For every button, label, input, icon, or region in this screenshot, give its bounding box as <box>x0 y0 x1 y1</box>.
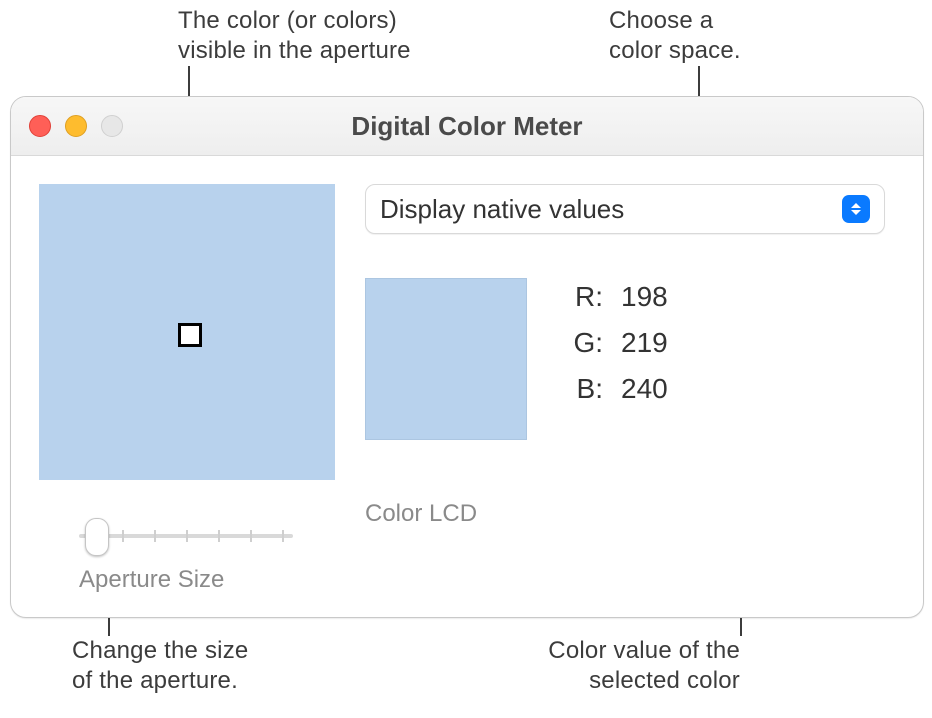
callout-color-value: Color value of theselected color <box>460 636 740 696</box>
callout-color-space: Choose acolor space. <box>609 6 741 66</box>
slider-tick <box>250 530 252 542</box>
aperture-size-label: Aperture Size <box>79 566 293 594</box>
slider-tick <box>282 530 284 542</box>
close-icon[interactable] <box>29 115 51 137</box>
app-window: Digital Color Meter Aperture Size <box>10 96 924 618</box>
window-title: Digital Color Meter <box>351 111 582 142</box>
aperture-reticle-icon <box>178 323 202 347</box>
titlebar[interactable]: Digital Color Meter <box>11 97 923 156</box>
slider-tick <box>122 530 124 542</box>
window-content: Aperture Size Display native values R: 1… <box>11 156 923 618</box>
minimize-icon[interactable] <box>65 115 87 137</box>
r-value: 198 <box>621 274 681 320</box>
rgb-row-r: R: 198 <box>563 274 681 320</box>
rgb-row-b: B: 240 <box>563 366 681 412</box>
r-label: R: <box>563 274 603 320</box>
slider-tick <box>218 530 220 542</box>
zoom-icon[interactable] <box>101 115 123 137</box>
rgb-row-g: G: 219 <box>563 320 681 366</box>
display-profile-label: Color LCD <box>365 500 477 528</box>
slider-tick <box>154 530 156 542</box>
popup-arrows-icon <box>842 195 870 223</box>
g-label: G: <box>563 320 603 366</box>
traffic-lights <box>29 97 123 155</box>
aperture-size-slider[interactable] <box>79 524 293 548</box>
color-swatch <box>365 278 527 440</box>
color-space-selected: Display native values <box>380 194 842 225</box>
callout-aperture-size: Change the sizeof the aperture. <box>72 636 248 696</box>
aperture-size-control: Aperture Size <box>79 524 293 594</box>
rgb-readout: R: 198 G: 219 B: 240 <box>563 274 681 412</box>
slider-knob[interactable] <box>85 518 109 556</box>
aperture-preview <box>39 184 335 480</box>
color-space-popup[interactable]: Display native values <box>365 184 885 234</box>
b-value: 240 <box>621 366 681 412</box>
slider-tick <box>186 530 188 542</box>
g-value: 219 <box>621 320 681 366</box>
b-label: B: <box>563 366 603 412</box>
callout-aperture-preview: The color (or colors)visible in the aper… <box>178 6 478 66</box>
